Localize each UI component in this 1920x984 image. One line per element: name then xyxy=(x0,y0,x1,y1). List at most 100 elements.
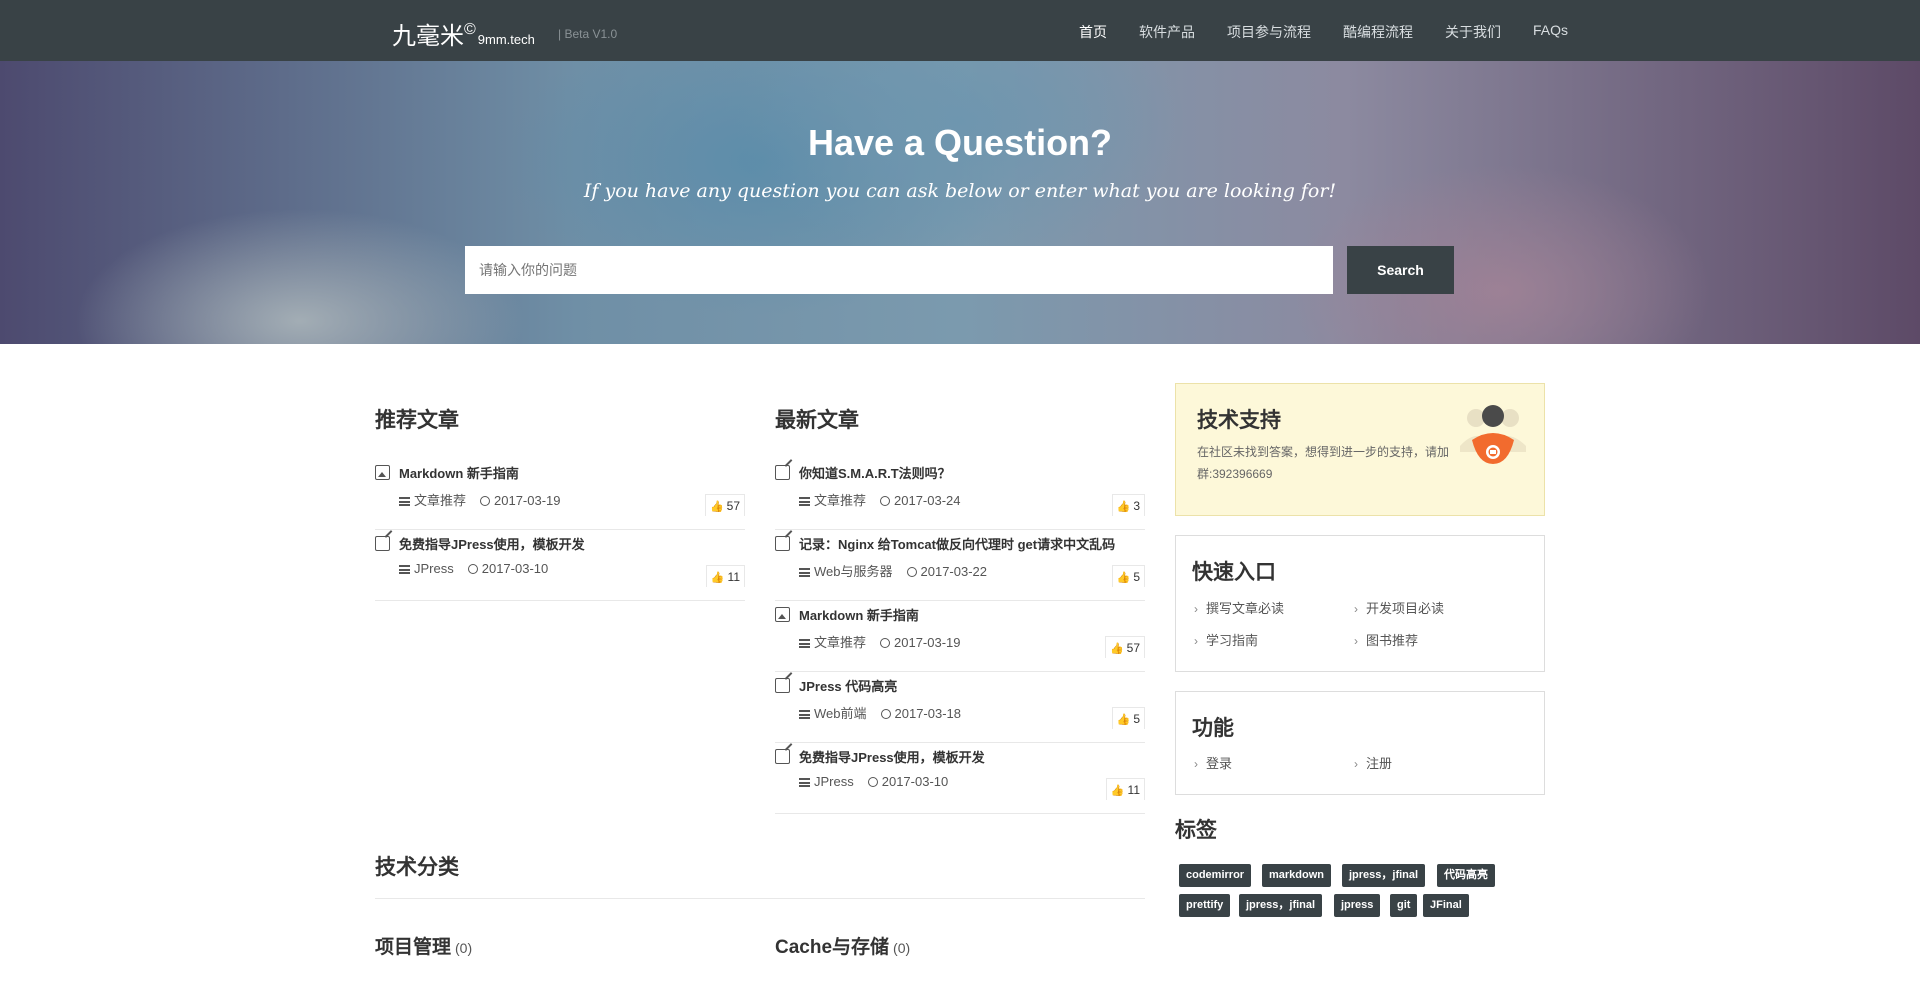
beta-version: | Beta V1.0 xyxy=(558,27,618,41)
function-panel: 功能 › 登录 › 注册 xyxy=(1175,691,1545,795)
article-category[interactable]: Web前端 xyxy=(814,706,867,721)
article-meta: JPress 2017-03-10 xyxy=(799,774,948,789)
category-cache-storage[interactable]: Cache与存储 (0) xyxy=(775,932,910,959)
chevron-right-icon: › xyxy=(1354,634,1358,648)
category-project-management[interactable]: 项目管理 (0) xyxy=(375,932,472,959)
tag[interactable]: prettify xyxy=(1179,894,1231,917)
brand-mark: © xyxy=(464,21,476,38)
clock-icon xyxy=(880,496,891,506)
quick-link-writing-guide[interactable]: › 撰写文章必读 xyxy=(1194,598,1284,617)
image-icon xyxy=(775,607,790,622)
list-icon xyxy=(799,497,810,506)
chevron-right-icon: › xyxy=(1194,602,1198,616)
category-count: (0) xyxy=(893,940,911,956)
tech-support-panel: 技术支持 在社区未找到答案，想得到进一步的支持，请加群:392396669 xyxy=(1175,383,1545,516)
like-count[interactable]: 👍 5 xyxy=(1111,565,1145,587)
navbar: 九毫米©9mm.tech | Beta V1.0 首页 软件产品 项目参与流程 … xyxy=(0,0,1920,61)
tag[interactable]: markdown xyxy=(1262,864,1332,887)
thumbs-up-icon: 👍 xyxy=(1116,501,1131,513)
like-count[interactable]: 👍 3 xyxy=(1111,494,1145,516)
like-count[interactable]: 👍 57 xyxy=(1104,636,1145,658)
clock-icon xyxy=(467,564,478,574)
list-icon xyxy=(399,497,410,506)
thumbs-up-icon: 👍 xyxy=(710,572,725,584)
article-item[interactable]: JPress 代码高亮 Web前端 2017-03-18 👍 5 xyxy=(775,672,1145,743)
clock-icon xyxy=(880,638,891,648)
nav-about[interactable]: 关于我们 xyxy=(1445,22,1501,42)
tag[interactable]: jpress xyxy=(1334,894,1381,917)
recommended-title: 推荐文章 xyxy=(375,409,459,432)
chevron-right-icon: › xyxy=(1354,757,1358,771)
tag[interactable]: codemirror xyxy=(1179,864,1252,887)
category-name: 项目管理 xyxy=(375,937,452,958)
tag[interactable]: JFinal xyxy=(1423,894,1469,917)
tag[interactable]: jpress，jfinal xyxy=(1342,864,1426,887)
edit-icon xyxy=(775,536,790,551)
like-number: 11 xyxy=(1127,783,1140,797)
link-label: 注册 xyxy=(1366,756,1393,771)
link-label: 登录 xyxy=(1206,756,1233,771)
article-meta: 文章推荐 2017-03-19 xyxy=(799,632,961,651)
article-title[interactable]: 你知道S.M.A.R.T法则吗？ xyxy=(799,463,951,482)
nav-home[interactable]: 首页 xyxy=(1079,22,1107,42)
site-logo[interactable]: 九毫米©9mm.tech xyxy=(392,16,535,51)
search-button[interactable]: Search xyxy=(1347,246,1454,294)
thumbs-up-icon: 👍 xyxy=(1110,785,1125,797)
article-item[interactable]: Markdown 新手指南 文章推荐 2017-03-19 👍 57 xyxy=(375,459,745,530)
register-link[interactable]: › 注册 xyxy=(1354,753,1392,772)
like-number: 11 xyxy=(727,570,740,584)
like-count[interactable]: 👍 57 xyxy=(704,494,745,516)
article-title[interactable]: 免费指导JPress使用，模板开发 xyxy=(399,534,585,553)
article-category[interactable]: 文章推荐 xyxy=(814,493,866,508)
article-title[interactable]: 免费指导JPress使用，模板开发 xyxy=(799,747,985,766)
article-title[interactable]: 记录：Nginx 给Tomcat做反向代理时 get请求中文乱码 xyxy=(799,534,1115,553)
like-number: 57 xyxy=(726,499,740,513)
chevron-right-icon: › xyxy=(1354,602,1358,616)
article-item[interactable]: Markdown 新手指南 文章推荐 2017-03-19 👍 57 xyxy=(775,601,1145,672)
like-count[interactable]: 👍 11 xyxy=(1105,778,1145,800)
hero-banner: Have a Question? If you have any questio… xyxy=(0,61,1920,344)
category-name: Cache与存储 xyxy=(775,937,890,958)
article-item[interactable]: 记录：Nginx 给Tomcat做反向代理时 get请求中文乱码 Web与服务器… xyxy=(775,530,1145,601)
login-link[interactable]: › 登录 xyxy=(1194,753,1232,772)
article-date: 2017-03-19 xyxy=(894,635,961,650)
quick-link-learning-guide[interactable]: › 学习指南 xyxy=(1194,630,1258,649)
main-nav: 首页 软件产品 项目参与流程 酷编程流程 关于我们 FAQs xyxy=(1079,22,1600,42)
link-label: 学习指南 xyxy=(1206,633,1259,648)
nav-project-process[interactable]: 项目参与流程 xyxy=(1227,22,1311,42)
clock-icon xyxy=(480,496,491,506)
article-title[interactable]: JPress 代码高亮 xyxy=(799,676,897,695)
article-date: 2017-03-22 xyxy=(920,564,988,579)
tag[interactable]: git xyxy=(1390,894,1418,917)
quick-link-book-recommend[interactable]: › 图书推荐 xyxy=(1354,630,1418,649)
article-category[interactable]: JPress xyxy=(814,774,854,789)
article-title[interactable]: Markdown 新手指南 xyxy=(799,605,919,624)
divider xyxy=(375,898,1145,899)
like-count[interactable]: 👍 11 xyxy=(705,565,745,587)
clock-icon xyxy=(867,777,878,787)
like-count[interactable]: 👍 5 xyxy=(1111,707,1145,729)
article-item[interactable]: 免费指导JPress使用，模板开发 JPress 2017-03-10 👍 11 xyxy=(775,743,1145,814)
thumbs-up-icon: 👍 xyxy=(709,501,724,513)
image-icon xyxy=(375,465,390,480)
tag[interactable]: jpress，jfinal xyxy=(1239,894,1323,917)
search-input[interactable] xyxy=(465,246,1333,294)
edit-icon xyxy=(775,465,790,480)
tag[interactable]: 代码高亮 xyxy=(1437,864,1495,887)
clock-icon xyxy=(906,567,917,577)
article-date: 2017-03-10 xyxy=(881,774,949,789)
article-title[interactable]: Markdown 新手指南 xyxy=(399,463,519,482)
nav-faqs[interactable]: FAQs xyxy=(1533,22,1568,42)
nav-products[interactable]: 软件产品 xyxy=(1139,22,1195,42)
support-avatar-icon xyxy=(1460,405,1526,464)
thumbs-up-icon: 👍 xyxy=(1116,572,1131,584)
nav-coding-process[interactable]: 酷编程流程 xyxy=(1343,22,1413,42)
article-category[interactable]: JPress xyxy=(414,561,454,576)
article-category[interactable]: 文章推荐 xyxy=(414,493,466,508)
list-icon xyxy=(799,568,810,577)
article-item[interactable]: 你知道S.M.A.R.T法则吗？ 文章推荐 2017-03-24 👍 3 xyxy=(775,459,1145,530)
article-item[interactable]: 免费指导JPress使用，模板开发 JPress 2017-03-10 👍 11 xyxy=(375,530,745,601)
article-category[interactable]: Web与服务器 xyxy=(814,564,893,579)
article-category[interactable]: 文章推荐 xyxy=(814,635,866,650)
quick-link-dev-guide[interactable]: › 开发项目必读 xyxy=(1354,598,1444,617)
